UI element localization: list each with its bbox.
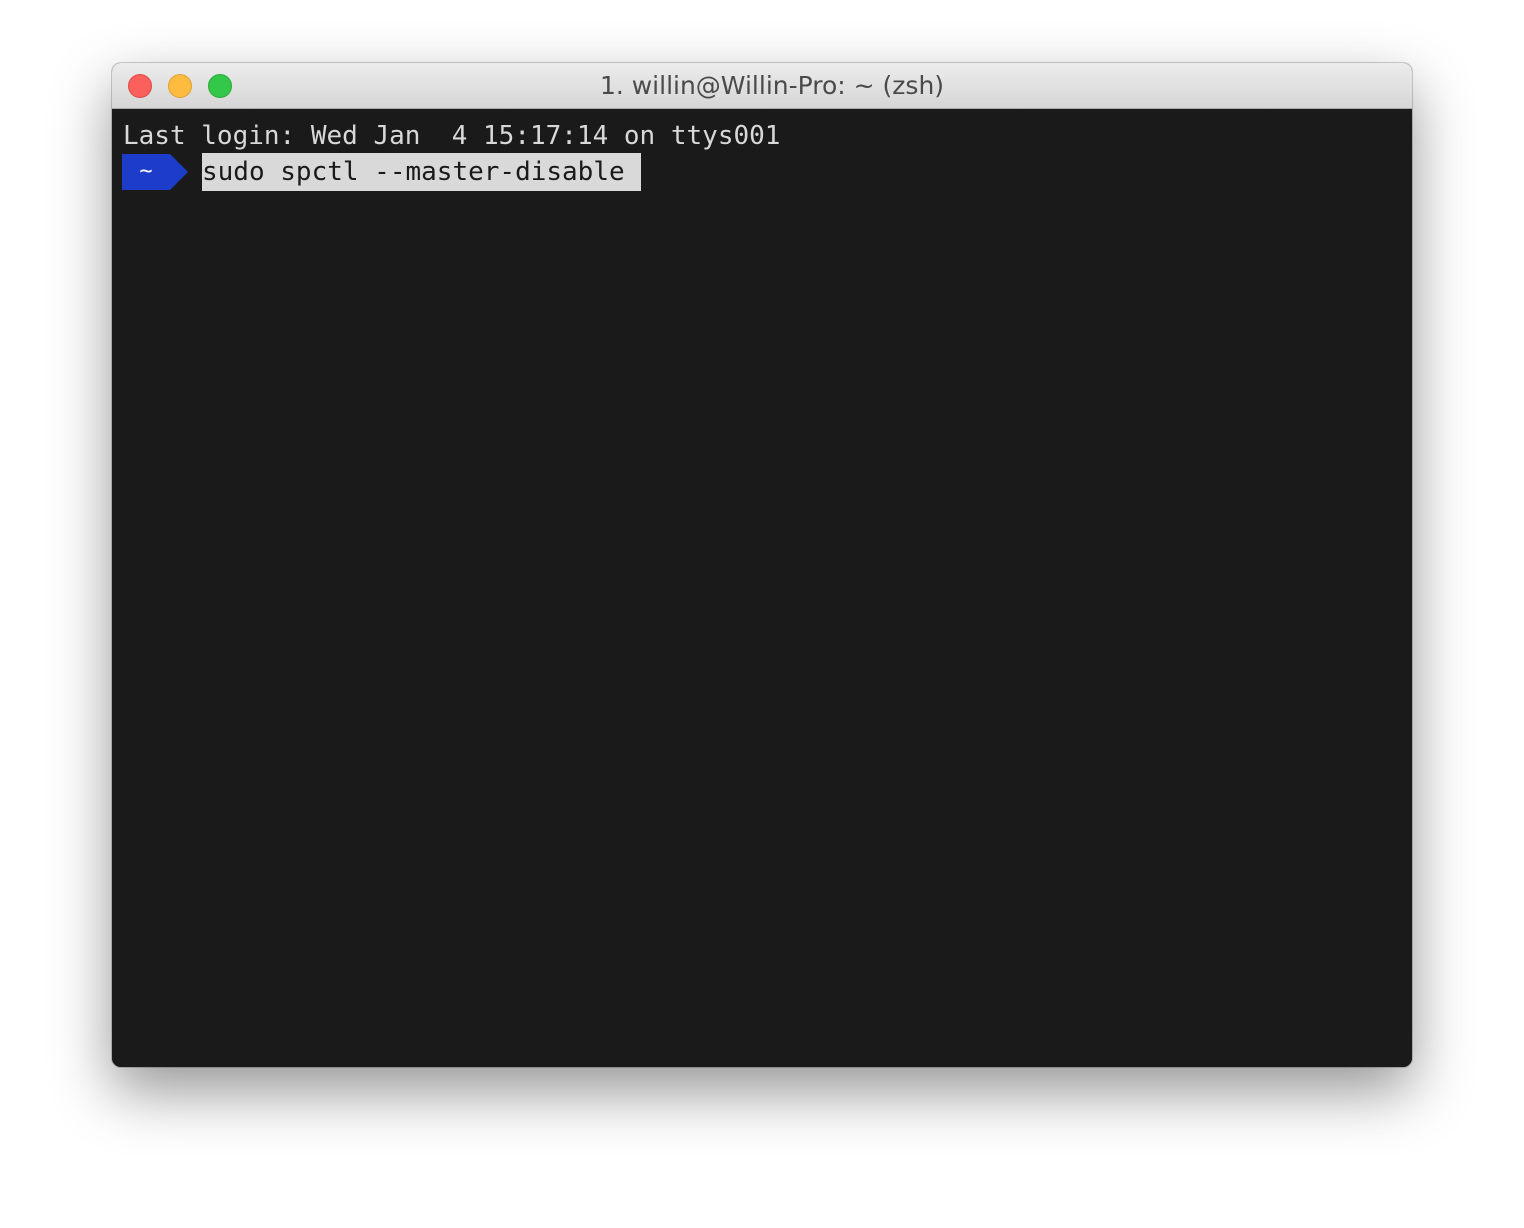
prompt-directory-segment: ~: [122, 154, 170, 190]
window-title: 1. willin@Willin-Pro: ~ (zsh): [599, 71, 945, 100]
terminal-content[interactable]: Last login: Wed Jan 4 15:17:14 on ttys00…: [112, 109, 1412, 1067]
terminal-window: 1. willin@Willin-Pro: ~ (zsh) Last login…: [112, 63, 1412, 1067]
prompt-arrow-icon: [170, 154, 188, 190]
command-input[interactable]: sudo spctl --master-disable: [202, 153, 641, 191]
title-bar[interactable]: 1. willin@Willin-Pro: ~ (zsh): [112, 63, 1412, 109]
last-login-line: Last login: Wed Jan 4 15:17:14 on ttys00…: [123, 121, 781, 151]
